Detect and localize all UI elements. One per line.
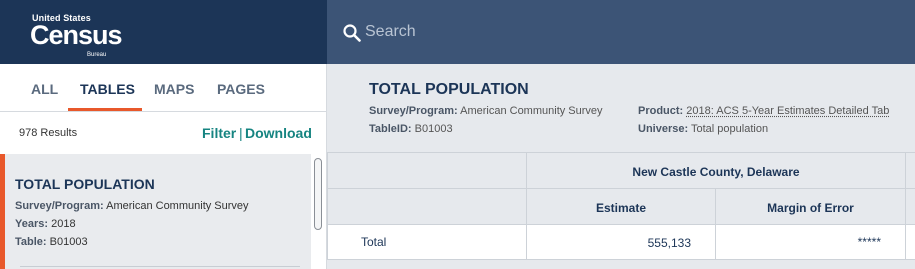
row-label-header-cell: [327, 188, 527, 225]
search-icon[interactable]: [343, 24, 361, 42]
tab-maps[interactable]: MAPS: [154, 81, 194, 97]
result-survey-line: Survey/Program: American Community Surve…: [15, 200, 249, 212]
table-overflow-cell: [905, 152, 915, 189]
tab-pages[interactable]: PAGES: [217, 81, 265, 97]
result-years-label: Years:: [15, 218, 49, 230]
geography-header[interactable]: New Castle County, Delaware: [526, 152, 906, 189]
margin-of-error-cell: *****: [715, 224, 906, 260]
table-survey-value: American Community Survey: [460, 105, 603, 117]
result-divider: [20, 266, 300, 267]
table-overflow-cell: [905, 188, 915, 225]
link-separator: |: [239, 125, 243, 141]
table-title: TOTAL POPULATION: [369, 81, 529, 98]
result-survey-value: American Community Survey: [106, 200, 249, 212]
search-input[interactable]: [365, 20, 885, 44]
table-overflow-cell: [905, 224, 915, 260]
geography-header-label: New Castle County, Delaware: [632, 165, 800, 179]
scrollbar-thumb[interactable]: [314, 158, 322, 230]
logo-census-text: Census: [30, 20, 123, 50]
table-corner-cell: [327, 152, 527, 189]
margin-of-error-value: *****: [857, 235, 881, 249]
active-tab-indicator: [68, 108, 142, 111]
result-card-total-population[interactable]: TOTAL POPULATION Survey/Program: America…: [0, 154, 311, 269]
result-title: TOTAL POPULATION: [15, 176, 155, 192]
data-table: New Castle County, Delaware Estimate Mar…: [327, 152, 915, 269]
result-years-line: Years: 2018: [15, 218, 76, 230]
estimate-column-label: Estimate: [595, 201, 647, 215]
estimate-value: 555,133: [647, 236, 691, 250]
download-link[interactable]: Download: [245, 125, 312, 141]
results-scrollbar[interactable]: [312, 156, 324, 267]
table-product-value[interactable]: 2018: ACS 5-Year Estimates Detailed Tab: [686, 105, 889, 117]
result-survey-label: Survey/Program:: [15, 200, 104, 212]
result-table-line: Table: B01003: [15, 236, 88, 248]
table-product-label: Product:: [638, 105, 684, 117]
logo-bureau-text: Bureau: [87, 52, 107, 58]
table-id-meta: TableID: B01003: [369, 123, 453, 135]
table-row-label-cell: Total: [327, 224, 527, 260]
results-toolbar: 978 Results Filter | Download: [0, 112, 326, 154]
site-header-brand: United States Census Bureau: [0, 0, 327, 64]
table-view-panel: TOTAL POPULATION Survey/Program: America…: [327, 64, 915, 269]
estimate-column-header[interactable]: Estimate: [526, 188, 716, 225]
table-survey-meta: Survey/Program: American Community Surve…: [369, 105, 603, 117]
table-universe-value: Total population: [691, 123, 769, 135]
data-census-page: United States Census Bureau ALL TABLES M…: [0, 0, 915, 269]
results-panel: ALL TABLES MAPS PAGES 978 Results Filter…: [0, 64, 327, 269]
table-id-value: B01003: [414, 123, 453, 135]
result-years-value: 2018: [51, 218, 76, 230]
estimate-cell: 555,133: [526, 224, 716, 260]
result-table-label: Table:: [15, 236, 47, 248]
table-universe-label: Universe:: [638, 123, 689, 135]
result-table-value: B01003: [49, 236, 88, 248]
table-survey-label: Survey/Program:: [369, 105, 458, 117]
tab-all[interactable]: ALL: [31, 81, 58, 97]
table-id-label: TableID:: [369, 123, 412, 135]
table-universe-meta: Universe: Total population: [638, 123, 768, 135]
filter-link[interactable]: Filter: [202, 125, 236, 141]
row-label-total: Total: [361, 235, 387, 249]
tab-tables[interactable]: TABLES: [80, 81, 135, 97]
table-product-meta: Product: 2018: ACS 5-Year Estimates Deta…: [638, 105, 889, 117]
results-count: 978 Results: [19, 127, 78, 139]
search-bar: [327, 0, 915, 64]
result-type-tabs: ALL TABLES MAPS PAGES: [0, 64, 326, 112]
margin-of-error-column-label: Margin of Error: [767, 201, 854, 215]
margin-of-error-column-header[interactable]: Margin of Error: [715, 188, 906, 225]
